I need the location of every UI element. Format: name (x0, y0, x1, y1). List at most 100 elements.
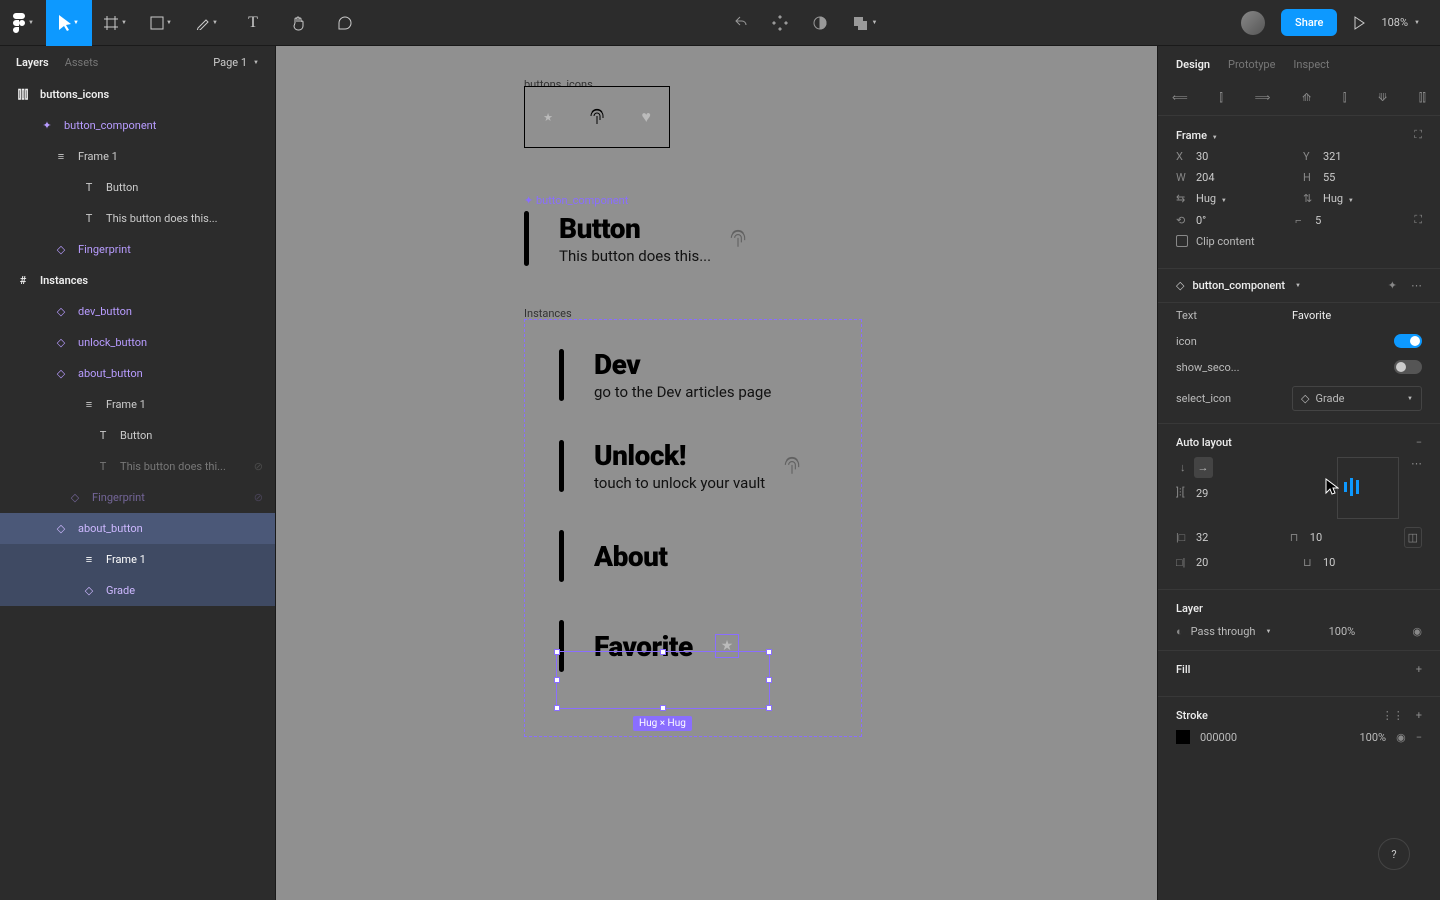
remove-autolayout-icon[interactable]: − (1416, 436, 1422, 449)
instance-name[interactable]: button_component (1192, 279, 1285, 292)
prop-select-label: select_icon (1176, 392, 1231, 405)
tab-prototype[interactable]: Prototype (1228, 58, 1275, 71)
present-icon[interactable] (1353, 16, 1365, 30)
component-icon[interactable] (772, 15, 788, 31)
direction-horizontal[interactable]: → (1194, 457, 1213, 478)
layer-frame1b[interactable]: ≡Frame 1 (0, 389, 275, 420)
direction-vertical[interactable]: ↓ (1176, 457, 1190, 478)
layer-button-b[interactable]: TButton (0, 420, 275, 451)
cursor (1325, 478, 1339, 496)
hand-tool[interactable] (276, 0, 322, 46)
layer-frame1c[interactable]: ≡Frame 1 (0, 544, 275, 575)
pad-bottom-input[interactable]: 10 (1323, 556, 1335, 569)
layer-buttons-icons[interactable]: ⫿⫿⫿buttons_icons (0, 79, 275, 110)
layer-this-button2[interactable]: TThis button does thi... ⊘ (0, 451, 275, 482)
layer-title: Layer (1176, 602, 1422, 615)
stroke-swatch[interactable] (1176, 730, 1190, 744)
independent-corners-icon[interactable]: ⛶ (1414, 213, 1422, 227)
comment-tool[interactable] (322, 0, 368, 46)
stroke-hex[interactable]: 000000 (1200, 731, 1237, 744)
w-sizing[interactable]: Hug ▼ (1196, 192, 1227, 205)
unlock-button-instance[interactable]: Unlock! touch to unlock your vault (559, 439, 861, 492)
canvas[interactable]: buttons_icons ★ ♥ ✦ button_component But… (276, 46, 1157, 900)
w-input[interactable]: 204 (1196, 171, 1215, 184)
pad-right-input[interactable]: 10 (1310, 531, 1322, 544)
zoom-control[interactable]: 108%▼ (1381, 16, 1420, 29)
more-options-icon[interactable]: ⋯ (1411, 457, 1422, 470)
prop-show-toggle[interactable] (1394, 360, 1422, 374)
layer-frame1[interactable]: ≡Frame 1 (0, 141, 275, 172)
mask-icon[interactable] (812, 15, 828, 31)
independent-padding-icon[interactable]: ◫ (1404, 527, 1422, 548)
frame-tool[interactable]: ▼ (92, 0, 138, 46)
tab-assets[interactable]: Assets (65, 56, 99, 69)
visibility-icon[interactable]: ◉ (1412, 625, 1422, 638)
tab-inspect[interactable]: Inspect (1293, 58, 1329, 71)
radius-input[interactable]: 5 (1315, 214, 1321, 227)
layer-button-text[interactable]: TButton (0, 172, 275, 203)
pad-top-input[interactable]: 20 (1196, 556, 1208, 569)
move-tool[interactable]: ▼ (46, 0, 92, 46)
add-stroke-icon[interactable]: + (1416, 709, 1422, 722)
shape-tool[interactable]: ▼ (138, 0, 184, 46)
hidden-icon[interactable]: ⊘ (254, 491, 263, 504)
blend-icon: ◐ (1176, 625, 1183, 638)
add-fill-icon[interactable]: + (1416, 663, 1422, 676)
share-button[interactable]: Share (1281, 9, 1337, 36)
layer-grade[interactable]: ◇Grade (0, 575, 275, 606)
clip-content-checkbox[interactable] (1176, 235, 1188, 247)
go-to-main-icon[interactable]: ✦ (1388, 279, 1397, 292)
button-title: Button (559, 212, 711, 245)
instance-icon: ◇ (1176, 279, 1184, 292)
stroke-visibility-icon[interactable]: ◉ (1396, 731, 1406, 744)
h-sizing[interactable]: Hug ▼ (1323, 192, 1354, 205)
prop-select-icon[interactable]: ◇Grade ▼ (1292, 386, 1422, 411)
prop-icon-toggle[interactable] (1394, 334, 1422, 348)
component-label: ✦ button_component (524, 194, 628, 207)
y-input[interactable]: 321 (1323, 150, 1342, 163)
layer-this-button[interactable]: TThis button does this... (0, 203, 275, 234)
layer-about-button[interactable]: ◇about_button (0, 358, 275, 389)
pad-left-input[interactable]: 32 (1196, 531, 1208, 544)
button-component-master[interactable]: Button This button does this... (524, 211, 747, 266)
layer-instances[interactable]: #Instances (0, 265, 275, 296)
blend-mode[interactable]: Pass through (1191, 625, 1256, 638)
more-icon[interactable]: ⋯ (1411, 279, 1422, 292)
layer-fingerprint[interactable]: ◇Fingerprint (0, 234, 275, 265)
boolean-icon[interactable]: ▼ (852, 15, 878, 31)
prop-icon-label: icon (1176, 335, 1197, 348)
page-selector[interactable]: Page 1▼ (213, 56, 259, 69)
figma-menu[interactable]: ▼ (0, 0, 46, 46)
hidden-icon[interactable]: ⊘ (254, 460, 263, 473)
rotation-input[interactable]: 0° (1196, 214, 1206, 227)
tab-layers[interactable]: Layers (16, 56, 49, 69)
resize-fit-icon[interactable]: ⛶ (1414, 128, 1422, 142)
stroke-opacity[interactable]: 100% (1359, 731, 1386, 744)
help-button[interactable]: ? (1378, 838, 1410, 870)
avatar[interactable] (1241, 11, 1265, 35)
dimension-label: Hug × Hug (633, 716, 692, 731)
layer-about-button2[interactable]: ◇about_button (0, 513, 275, 544)
pen-tool[interactable]: ▼ (184, 0, 230, 46)
undo-icon[interactable] (732, 15, 748, 31)
h-input[interactable]: 55 (1323, 171, 1335, 184)
dev-button-instance[interactable]: Dev go to the Dev articles page (559, 348, 861, 401)
button-sub: This button does this... (559, 247, 711, 265)
alignment-box[interactable] (1337, 457, 1399, 519)
layer-fingerprint-b[interactable]: ◇Fingerprint ⊘ (0, 482, 275, 513)
tab-design[interactable]: Design (1176, 58, 1210, 71)
alignment-controls[interactable]: ⟸⫿⟹⟰⫿⟱⫿⫿ (1158, 83, 1440, 116)
layer-unlock-button[interactable]: ◇unlock_button (0, 327, 275, 358)
buttons-icons-frame[interactable]: ★ ♥ (524, 86, 670, 148)
frame-section[interactable]: Frame ▼ (1176, 129, 1218, 142)
remove-stroke-icon[interactable]: − (1416, 731, 1422, 744)
stroke-style-icon[interactable]: ⋮⋮ (1382, 709, 1404, 722)
layer-dev-button[interactable]: ◇dev_button (0, 296, 275, 327)
text-tool[interactable]: T (230, 0, 276, 46)
layer-button-component[interactable]: ✦button_component (0, 110, 275, 141)
x-input[interactable]: 30 (1196, 150, 1208, 163)
spacing-input[interactable]: 29 (1196, 487, 1208, 500)
prop-text-value[interactable]: Favorite (1292, 309, 1422, 322)
layer-opacity[interactable]: 100% (1329, 625, 1356, 638)
about-button-instance[interactable]: About (559, 530, 861, 582)
